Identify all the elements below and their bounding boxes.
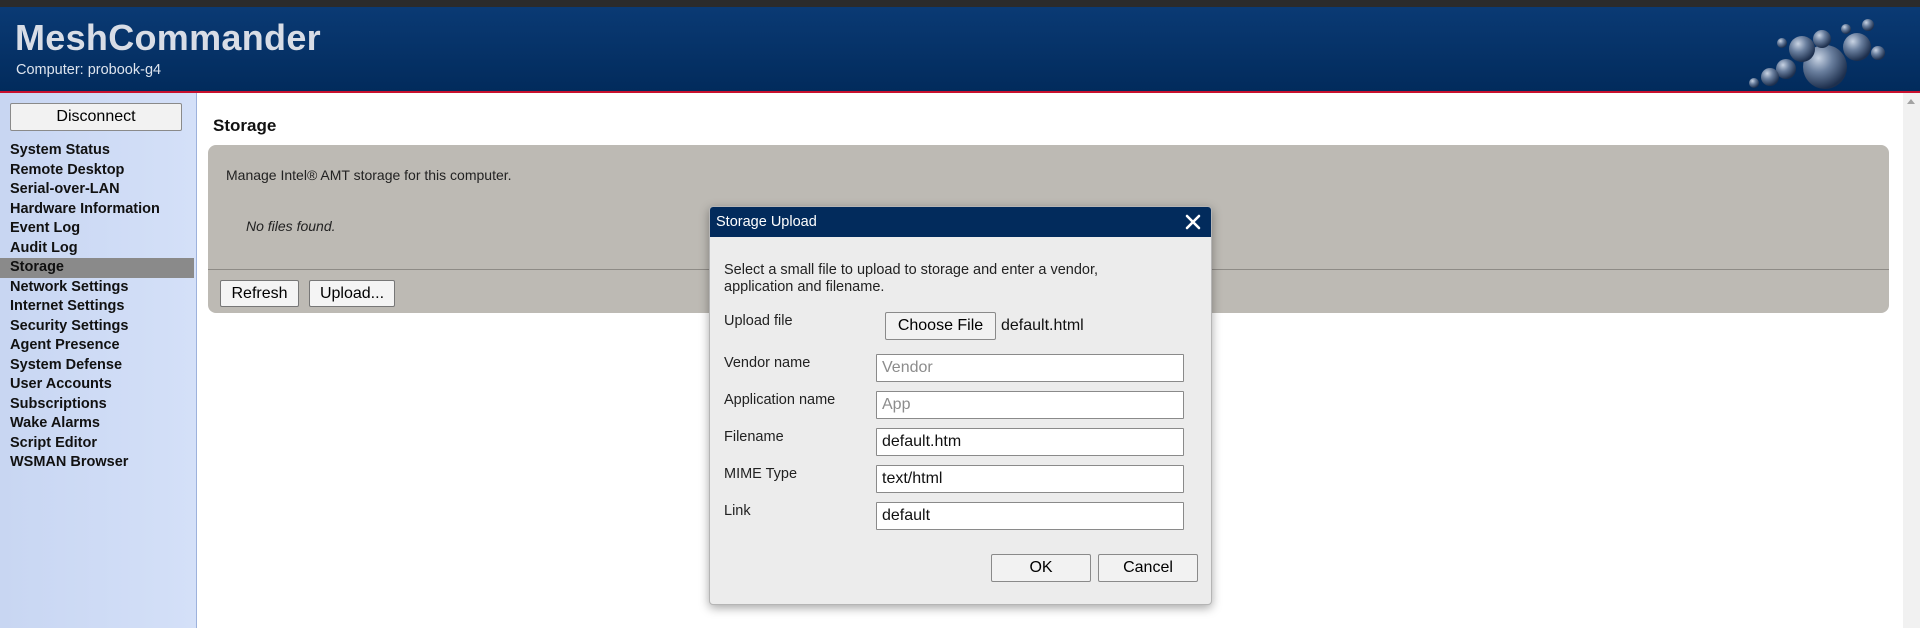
upload-file-label: Upload file — [724, 313, 793, 329]
sidebar-item-system-status[interactable]: System Status — [0, 141, 194, 161]
dialog-header[interactable]: Storage Upload — [710, 207, 1211, 237]
sidebar-item-subscriptions[interactable]: Subscriptions — [0, 395, 194, 415]
vendor-name-label: Vendor name — [724, 355, 811, 371]
application-name-input[interactable] — [876, 391, 1184, 419]
scroll-up-arrow-icon[interactable] — [1907, 99, 1915, 104]
sidebar-item-serial-over-lan[interactable]: Serial-over-LAN — [0, 180, 194, 200]
sidebar-item-user-accounts[interactable]: User Accounts — [0, 375, 194, 395]
storage-upload-dialog: Storage Upload Select a small file to up… — [709, 206, 1212, 605]
sidebar-item-script-editor[interactable]: Script Editor — [0, 434, 194, 454]
choose-file-button[interactable]: Choose File — [885, 312, 996, 340]
app-title: MeshCommander — [15, 17, 321, 58]
upload-button[interactable]: Upload... — [309, 280, 395, 307]
filename-input[interactable] — [876, 428, 1184, 456]
sidebar-item-storage[interactable]: Storage — [0, 258, 194, 278]
vendor-name-input[interactable] — [876, 354, 1184, 382]
sidebar-item-system-defense[interactable]: System Defense — [0, 356, 194, 376]
ok-button[interactable]: OK — [991, 554, 1091, 582]
sidebar-nav: System Status Remote Desktop Serial-over… — [0, 141, 194, 473]
page-scrollbar[interactable] — [1903, 93, 1920, 628]
sidebar-item-internet-settings[interactable]: Internet Settings — [0, 297, 194, 317]
bubbles-logo-icon — [1749, 19, 1885, 89]
application-name-label: Application name — [724, 392, 836, 408]
sidebar-item-event-log[interactable]: Event Log — [0, 219, 194, 239]
sidebar-item-security-settings[interactable]: Security Settings — [0, 317, 194, 337]
window-top-strip — [0, 0, 1920, 7]
computer-name-label: Computer: probook-g4 — [16, 62, 162, 78]
sidebar-item-network-settings[interactable]: Network Settings — [0, 278, 194, 298]
sidebar-item-hardware-information[interactable]: Hardware Information — [0, 200, 194, 220]
sidebar-item-remote-desktop[interactable]: Remote Desktop — [0, 161, 194, 181]
app-header: MeshCommander Computer: probook-g4 — [0, 7, 1920, 93]
dialog-title: Storage Upload — [716, 214, 817, 230]
storage-description: Manage Intel® AMT storage for this compu… — [226, 167, 512, 183]
sidebar-item-wsman-browser[interactable]: WSMAN Browser — [0, 453, 194, 473]
empty-files-message: No files found. — [246, 218, 336, 234]
close-icon[interactable] — [1181, 209, 1205, 235]
mime-type-label: MIME Type — [724, 466, 798, 482]
dialog-instructions: Select a small file to upload to storage… — [724, 262, 1099, 295]
page-title: Storage — [213, 116, 277, 135]
sidebar-item-audit-log[interactable]: Audit Log — [0, 239, 194, 259]
sidebar: Disconnect System Status Remote Desktop … — [0, 93, 197, 628]
sidebar-item-agent-presence[interactable]: Agent Presence — [0, 336, 194, 356]
link-label: Link — [724, 503, 751, 519]
link-input[interactable] — [876, 502, 1184, 530]
cancel-button[interactable]: Cancel — [1098, 554, 1198, 582]
filename-label: Filename — [724, 429, 784, 445]
disconnect-button[interactable]: Disconnect — [10, 103, 182, 131]
sidebar-item-wake-alarms[interactable]: Wake Alarms — [0, 414, 194, 434]
chosen-file-name: default.html — [1001, 317, 1084, 334]
refresh-button[interactable]: Refresh — [220, 280, 299, 307]
mime-type-input[interactable] — [876, 465, 1184, 493]
